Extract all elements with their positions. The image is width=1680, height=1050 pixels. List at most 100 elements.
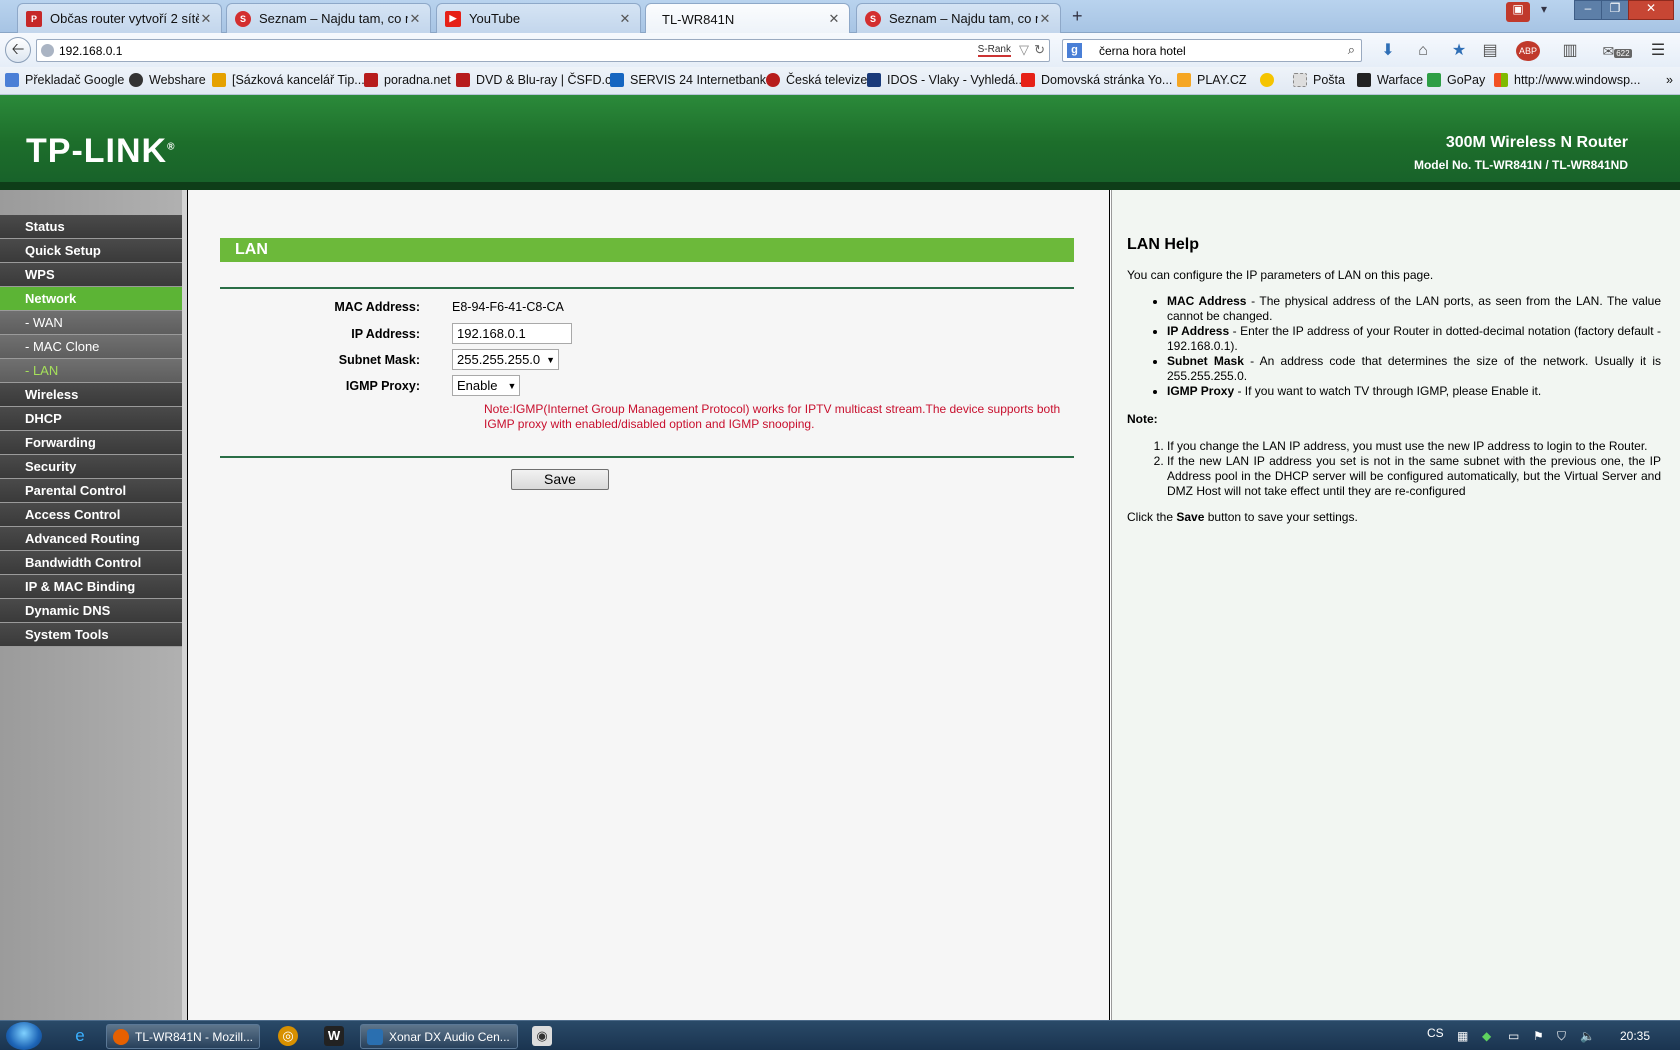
addon-icon[interactable]: ▣ [1506, 2, 1530, 22]
bookmark-item[interactable]: [Sázková kancelář Tip... [212, 73, 365, 87]
menu-item-ip-mac-binding[interactable]: IP & MAC Binding [0, 575, 182, 599]
browser-tab[interactable]: P Občas router vytvoří 2 sítě ... ✕ [17, 3, 222, 33]
taskbar-app-firefox[interactable]: TL-WR841N - Mozill... [106, 1024, 260, 1049]
bookmark-star-icon[interactable]: ★ [1449, 41, 1469, 61]
bookmark-item[interactable]: Domovská stránka Yo... [1021, 73, 1172, 87]
close-window-button[interactable]: ✕ [1628, 0, 1674, 20]
tab-list-icon[interactable]: ▾ [1530, 2, 1558, 22]
menu-item-security[interactable]: Security [0, 455, 182, 479]
menu-item-wireless[interactable]: Wireless [0, 383, 182, 407]
refresh-bookmark-icon [1260, 73, 1274, 87]
url-bar[interactable]: 192.168.0.1 S-Rank ▽ ↻ [36, 39, 1050, 62]
idos-icon [867, 73, 881, 87]
subnet-mask-label: Subnet Mask: [338, 352, 420, 367]
model-number: Model No. TL-WR841N / TL-WR841ND [1413, 158, 1628, 172]
bookmark-item[interactable]: Pošta [1293, 73, 1345, 87]
divider [220, 287, 1074, 289]
close-tab-icon[interactable]: ✕ [199, 11, 213, 27]
menu-item-quick-setup[interactable]: Quick Setup [0, 239, 182, 263]
minimize-button[interactable]: – [1574, 0, 1602, 20]
shield-tray-icon[interactable]: ⛉ [1557, 1029, 1566, 1044]
warface-taskbar-icon[interactable]: W [324, 1026, 344, 1046]
subnet-mask-select[interactable]: 255.255.255.0 ▼ [452, 349, 560, 370]
back-button[interactable]: 🡠 [5, 37, 31, 63]
menu-item-dhcp[interactable]: DHCP [0, 407, 182, 431]
mail-icon[interactable]: ✉ 622 [1600, 41, 1634, 61]
translate-icon [5, 73, 19, 87]
bookmark-item[interactable]: Česká televize [766, 73, 867, 87]
help-panel: LAN Help You can configure the IP parame… [1111, 190, 1680, 1020]
search-bar[interactable]: g černa hora hotel ⌕ [1062, 39, 1362, 62]
bookmark-item[interactable]: Překladač Google [5, 73, 124, 87]
bookmarks-list-icon[interactable]: ▤ [1480, 41, 1500, 61]
menu-item-status[interactable]: Status [0, 215, 182, 239]
ip-address-input[interactable] [452, 323, 572, 344]
bookmark-item[interactable]: IDOS - Vlaky - Vyhledá... [867, 73, 1025, 87]
help-note-label: Note: [1127, 412, 1158, 426]
restore-button[interactable]: ❐ [1601, 0, 1629, 20]
bookmarks-overflow-icon[interactable]: » [1666, 73, 1673, 87]
bookmark-item[interactable]: SERVIS 24 Internetbank... [610, 73, 776, 87]
flag-tray-icon[interactable]: ⚑ [1533, 1029, 1544, 1043]
network-tray-icon[interactable]: ▦ [1457, 1029, 1468, 1043]
bookmark-item[interactable] [1260, 73, 1280, 87]
clock[interactable]: 20:35 [1620, 1029, 1650, 1043]
security-tray-icon[interactable]: ◆ [1482, 1029, 1491, 1043]
igmp-proxy-select[interactable]: Enable ▼ [452, 375, 521, 396]
monitor-tray-icon[interactable]: ▭ [1508, 1029, 1519, 1043]
camera-icon[interactable]: ◉ [532, 1026, 552, 1046]
mac-address-row: MAC Address: E8-94-F6-41-C8-CA [220, 300, 564, 314]
bookmarks-bar: Překladač Google Webshare [Sázková kance… [0, 67, 1680, 95]
new-tab-button[interactable]: + [1072, 6, 1083, 27]
reload-icon[interactable]: ↻ [1034, 42, 1045, 58]
menu-item-access-control[interactable]: Access Control [0, 503, 182, 527]
search-input[interactable]: černa hora hotel [1099, 44, 1186, 58]
close-tab-icon[interactable]: ✕ [827, 11, 841, 27]
close-tab-icon[interactable]: ✕ [618, 11, 632, 27]
menu-item-mac-clone[interactable]: - MAC Clone [0, 335, 182, 359]
product-info: 300M Wireless N Router Model No. TL-WR84… [1414, 134, 1628, 172]
help-notes: If you change the LAN IP address, you mu… [1167, 439, 1661, 499]
volume-tray-icon[interactable]: 🔈 [1580, 1029, 1595, 1043]
mac-address-label: MAC Address: [334, 300, 420, 314]
srank-badge[interactable]: S-Rank [977, 44, 1011, 57]
close-tab-icon[interactable]: ✕ [408, 11, 422, 27]
language-indicator[interactable]: CS [1427, 1026, 1444, 1040]
browser-tab-active[interactable]: TL-WR841N ✕ [645, 3, 850, 34]
search-icon[interactable]: ⌕ [1348, 42, 1355, 58]
menu-item-forwarding[interactable]: Forwarding [0, 431, 182, 455]
app-icon[interactable]: ◎ [278, 1026, 298, 1046]
bookmark-item[interactable]: Webshare [129, 73, 206, 87]
bookmark-item[interactable]: DVD & Blu-ray | ČSFD.cz [456, 73, 617, 87]
browser-tab[interactable]: S Seznam – Najdu tam, co n... ✕ [226, 3, 431, 33]
bookmark-item[interactable]: GoPay [1427, 73, 1485, 87]
menu-item-wan[interactable]: - WAN [0, 311, 182, 335]
close-tab-icon[interactable]: ✕ [1038, 11, 1052, 27]
bookmark-item[interactable]: Warface [1357, 73, 1423, 87]
internet-explorer-icon[interactable]: e [70, 1026, 90, 1046]
adblock-icon[interactable]: ABP [1516, 41, 1540, 61]
bookmark-item[interactable]: http://www.windowsp... [1494, 73, 1640, 87]
start-button[interactable] [6, 1022, 42, 1050]
menu-item-system-tools[interactable]: System Tools [0, 623, 182, 647]
save-button[interactable]: Save [511, 469, 609, 490]
menu-item-bandwidth-control[interactable]: Bandwidth Control [0, 551, 182, 575]
google-icon[interactable]: g [1067, 43, 1082, 58]
menu-item-lan[interactable]: - LAN [0, 359, 182, 383]
dropdown-arrow-icon[interactable]: ▽ [1019, 42, 1029, 58]
taskbar-app-xonar[interactable]: Xonar DX Audio Cen... [360, 1024, 518, 1049]
bookmark-item[interactable]: PLAY.CZ [1177, 73, 1247, 87]
home-icon[interactable]: ⌂ [1413, 41, 1433, 61]
menu-item-wps[interactable]: WPS [0, 263, 182, 287]
menu-item-dynamic-dns[interactable]: Dynamic DNS [0, 599, 182, 623]
browser-tab[interactable]: ▶ YouTube ✕ [436, 3, 641, 33]
reader-icon[interactable]: ▥ [1560, 41, 1580, 61]
menu-item-advanced-routing[interactable]: Advanced Routing [0, 527, 182, 551]
download-icon[interactable]: ⬇ [1378, 41, 1398, 61]
youtube-icon: ▶ [445, 10, 461, 27]
browser-tab[interactable]: S Seznam – Najdu tam, co n... ✕ [856, 3, 1061, 33]
bookmark-item[interactable]: poradna.net [364, 73, 451, 87]
menu-icon[interactable]: ☰ [1648, 41, 1668, 61]
menu-item-network[interactable]: Network [0, 287, 182, 311]
menu-item-parental-control[interactable]: Parental Control [0, 479, 182, 503]
